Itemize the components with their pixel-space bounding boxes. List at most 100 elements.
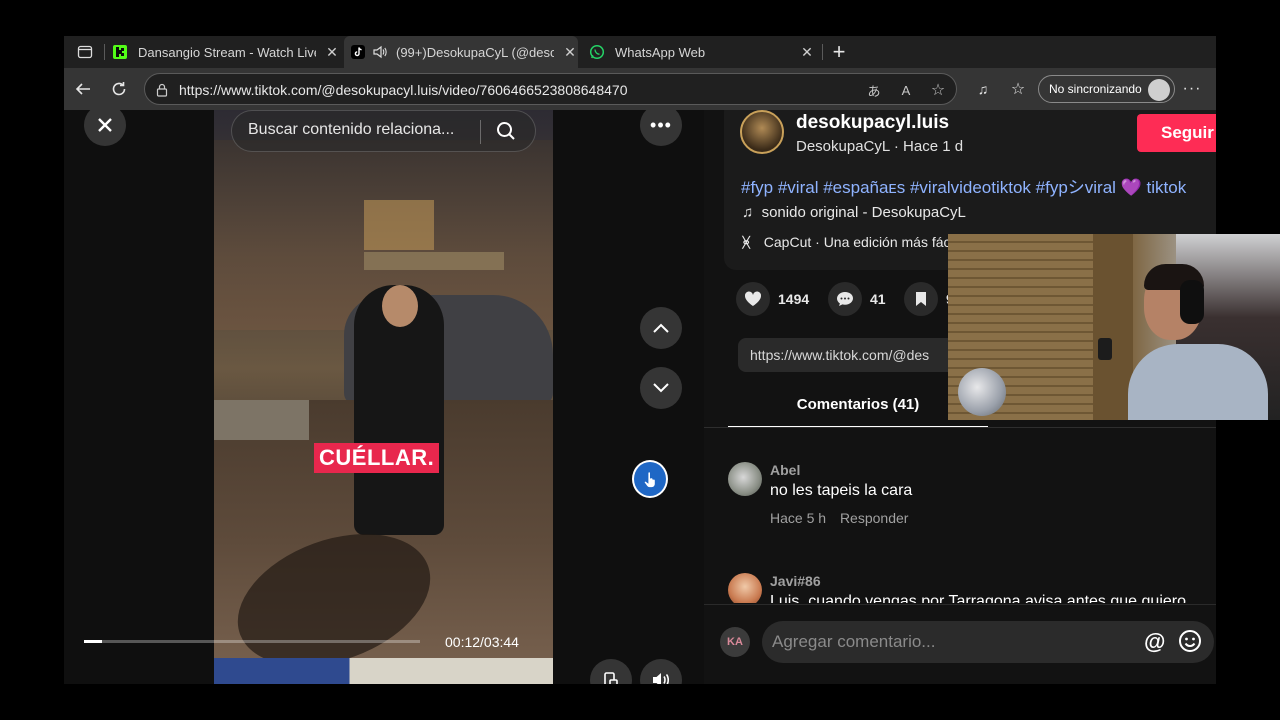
comment-item: Javi#86 Luis, cuando vengas por Tarragon… bbox=[728, 573, 1208, 603]
next-video-button[interactable] bbox=[640, 367, 682, 409]
new-tab-icon[interactable]: + bbox=[828, 39, 850, 64]
tab-whatsapp[interactable]: WhatsApp Web ✕ bbox=[589, 36, 815, 68]
close-tab-icon[interactable]: ✕ bbox=[324, 44, 340, 61]
reply-button[interactable]: Responder bbox=[840, 510, 909, 526]
floating-player-button[interactable] bbox=[590, 659, 632, 684]
comment-count: 41 bbox=[870, 291, 886, 307]
save-action[interactable]: 9 bbox=[904, 282, 954, 316]
comment-input-placeholder: Agregar comentario... bbox=[772, 632, 936, 651]
emoji-icon[interactable] bbox=[1178, 629, 1202, 658]
person-head bbox=[382, 285, 418, 327]
comment-action[interactable]: 41 bbox=[828, 282, 886, 316]
read-aloud-icon[interactable]: A bbox=[897, 81, 915, 99]
comment-avatar[interactable] bbox=[728, 462, 762, 496]
speaker-icon[interactable] bbox=[372, 44, 388, 60]
video-progress-fill bbox=[84, 640, 103, 643]
tab-separator bbox=[104, 44, 105, 60]
tiktok-icon bbox=[350, 44, 366, 60]
capcut-link[interactable]: ᚸ CapCut · Una edición más fác bbox=[742, 234, 951, 250]
previous-video-button[interactable] bbox=[640, 307, 682, 349]
video-area: CUÉLLAR. Buscar contenido relaciona... •… bbox=[64, 110, 704, 684]
mention-icon[interactable]: @ bbox=[1144, 629, 1165, 655]
video-progress-bar[interactable] bbox=[84, 640, 420, 643]
capcut-label: CapCut · Una edición más fác bbox=[763, 234, 951, 250]
post-sound[interactable]: ♫ sonido original - DesokupaCyL bbox=[742, 204, 966, 221]
like-count: 1494 bbox=[778, 291, 810, 307]
video-time: 00:12/03:44 bbox=[445, 634, 519, 650]
sound-label: sonido original - DesokupaCyL bbox=[761, 204, 966, 221]
kick-icon bbox=[112, 44, 128, 60]
my-avatar: KA bbox=[720, 627, 750, 657]
favorite-star-icon[interactable]: ☆ bbox=[929, 81, 947, 99]
webcam-overlay bbox=[948, 234, 1280, 420]
profile-sync-button[interactable]: No sincronizando bbox=[1038, 75, 1175, 103]
search-divider bbox=[480, 120, 481, 144]
close-video-button[interactable] bbox=[84, 110, 126, 146]
comment-text: no les tapeis la cara bbox=[770, 482, 913, 499]
address-bar-row: https://www.tiktok.com/@desokupacyl.luis… bbox=[64, 68, 1216, 110]
tab-separator bbox=[822, 44, 823, 60]
related-search-bar[interactable]: Buscar contenido relaciona... bbox=[231, 110, 536, 152]
door-frame bbox=[1093, 234, 1133, 420]
author-display-name: DesokupaCyL bbox=[796, 138, 890, 155]
comment-meta: Hace 5 h Responder bbox=[770, 510, 908, 526]
microphone bbox=[958, 368, 1006, 416]
planter bbox=[214, 400, 309, 440]
comment-time: Hace 5 h bbox=[770, 510, 827, 526]
tabs-divider bbox=[704, 427, 1216, 428]
video-player[interactable]: CUÉLLAR. bbox=[214, 110, 553, 684]
translate-icon[interactable]: あ bbox=[865, 81, 883, 99]
follow-button[interactable]: Seguir bbox=[1137, 114, 1216, 152]
hand-cursor-icon bbox=[632, 460, 668, 498]
more-options-icon[interactable]: ··· bbox=[1181, 78, 1203, 100]
tab-title: (99+)DesokupaCyL (@deso bbox=[396, 44, 554, 60]
tab-actions-icon[interactable] bbox=[74, 41, 96, 63]
whatsapp-icon bbox=[589, 44, 605, 60]
address-bar[interactable]: https://www.tiktok.com/@desokupacyl.luis… bbox=[144, 73, 957, 105]
music-note-icon: ♫ bbox=[742, 204, 754, 221]
comment-bubble-icon[interactable] bbox=[828, 282, 862, 316]
search-icon[interactable] bbox=[496, 121, 516, 146]
tab-title: Dansangio Stream - Watch Live bbox=[138, 44, 316, 60]
bookmark-icon[interactable] bbox=[904, 282, 938, 316]
streamer-body bbox=[1128, 344, 1268, 420]
comment-text: Luis, cuando vengas por Tarragona avisa … bbox=[770, 593, 1186, 603]
post-time: Hace 1 d bbox=[903, 138, 964, 155]
capcut-icon: ᚸ bbox=[742, 234, 751, 250]
tab-title: WhatsApp Web bbox=[615, 44, 706, 60]
heart-icon[interactable] bbox=[736, 282, 770, 316]
door-handle bbox=[1098, 338, 1112, 360]
tab-strip: Dansangio Stream - Watch Live ✕ (99+)Des… bbox=[64, 36, 1216, 68]
volume-button[interactable] bbox=[640, 659, 682, 684]
tab-tiktok[interactable]: (99+)DesokupaCyL (@deso ✕ bbox=[344, 36, 578, 68]
back-icon[interactable] bbox=[72, 78, 94, 100]
more-options-button[interactable]: ••• bbox=[640, 110, 682, 146]
reload-icon[interactable] bbox=[108, 78, 130, 100]
close-tab-icon[interactable]: ✕ bbox=[562, 44, 578, 61]
like-action[interactable]: 1494 bbox=[736, 282, 809, 316]
sync-label: No sincronizando bbox=[1049, 82, 1142, 96]
dot-separator: · bbox=[893, 138, 904, 155]
profile-avatar bbox=[1148, 79, 1170, 101]
favorites-icon[interactable]: ☆ bbox=[1007, 78, 1029, 100]
comment-input[interactable]: Agregar comentario... @ bbox=[762, 621, 1214, 663]
tab-dansangio[interactable]: Dansangio Stream - Watch Live ✕ bbox=[112, 36, 340, 68]
shop-sign bbox=[364, 252, 504, 270]
extensions-icon[interactable]: ♫ bbox=[972, 78, 994, 100]
comment-item: Abel no les tapeis la cara Hace 5 h Resp… bbox=[728, 462, 1208, 542]
comment-composer: KA Agregar comentario... @ bbox=[704, 604, 1216, 684]
lock-icon[interactable] bbox=[153, 81, 171, 99]
search-input[interactable]: Buscar contenido relaciona... bbox=[248, 121, 454, 139]
author-username[interactable]: desokupacyl.luis bbox=[796, 112, 949, 134]
close-tab-icon[interactable]: ✕ bbox=[799, 44, 815, 61]
video-caption: CUÉLLAR. bbox=[314, 443, 440, 473]
headphones bbox=[1180, 280, 1204, 324]
post-hashtags[interactable]: #fyp #viral #españaᴇs #viralvideotiktok … bbox=[741, 173, 1186, 198]
comment-username[interactable]: Abel bbox=[770, 462, 800, 478]
comment-username[interactable]: Javi#86 bbox=[770, 573, 821, 589]
author-avatar[interactable] bbox=[740, 110, 784, 154]
window-glow bbox=[364, 200, 434, 250]
author-subline: DesokupaCyL · Hace 1 d bbox=[796, 138, 963, 155]
comment-avatar[interactable] bbox=[728, 573, 762, 603]
url-text: https://www.tiktok.com/@desokupacyl.luis… bbox=[179, 82, 628, 98]
